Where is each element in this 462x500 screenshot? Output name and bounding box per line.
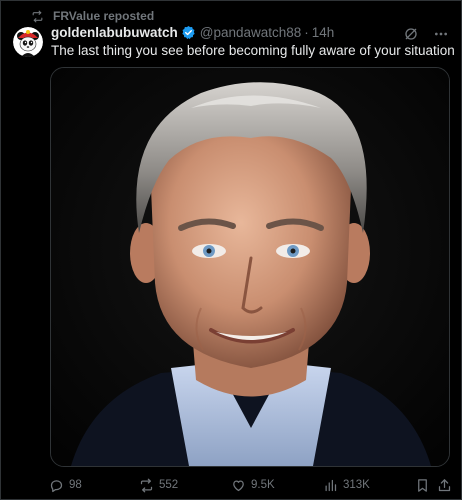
tweet-header: goldenlabubuwatch @pandawatch88 · 14h <box>51 25 334 40</box>
tweet-actions: 98 552 9.5K 313K <box>49 475 451 495</box>
bookmark-icon <box>418 478 427 492</box>
tweet-media-image[interactable] <box>50 67 450 467</box>
reply-count: 98 <box>69 479 82 491</box>
tweet-text: The last thing you see before becoming f… <box>51 43 455 58</box>
repost-icon <box>32 10 43 22</box>
display-name[interactable]: goldenlabubuwatch <box>51 25 178 40</box>
portrait-photo <box>51 68 449 466</box>
top-actions <box>403 26 449 42</box>
reply-icon <box>50 479 63 492</box>
avatar[interactable] <box>13 27 43 57</box>
repost-context[interactable]: FRValue reposted <box>31 9 154 23</box>
repost-icon <box>140 478 153 492</box>
separator-dot: · <box>304 25 309 40</box>
views-chart-icon <box>325 479 337 491</box>
repost-label: FRValue reposted <box>53 9 155 23</box>
like-action[interactable]: 9.5K <box>231 475 275 495</box>
repost-count: 552 <box>159 479 179 491</box>
timestamp[interactable]: 14h <box>312 25 335 40</box>
verified-badge-icon[interactable] <box>181 25 196 40</box>
more-options-icon[interactable] <box>433 26 449 42</box>
share-action[interactable] <box>437 475 452 495</box>
tweet-card: FRValue reposted goldenlabubuwatch @pand… <box>0 0 462 500</box>
share-icon <box>438 478 451 491</box>
user-handle[interactable]: @pandawatch88 <box>200 25 302 40</box>
views-action[interactable]: 313K <box>323 475 370 495</box>
grok-icon[interactable] <box>403 26 419 42</box>
heart-icon <box>233 480 244 491</box>
bookmark-action[interactable] <box>415 475 430 495</box>
like-count: 9.5K <box>251 479 275 491</box>
reply-action[interactable]: 98 <box>49 475 82 495</box>
view-count: 313K <box>343 479 370 491</box>
repost-action[interactable]: 552 <box>139 475 178 495</box>
